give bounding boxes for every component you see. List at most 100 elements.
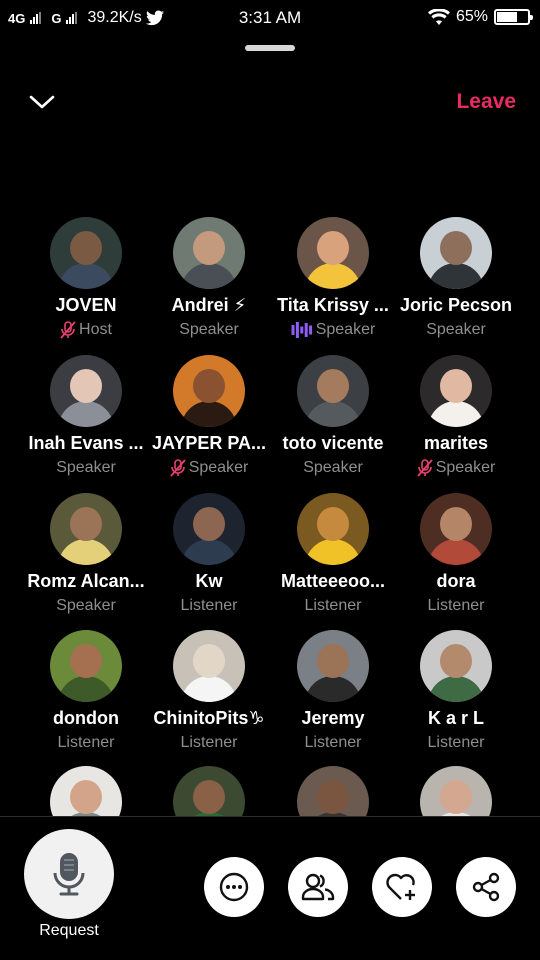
participant-card[interactable]: Matteeeoo... Listener: [271, 493, 395, 616]
role-label: Speaker: [56, 597, 116, 614]
participant-card[interactable]: Kw Listener: [147, 493, 271, 616]
role-label: Speaker: [435, 459, 496, 476]
avatar[interactable]: [297, 493, 369, 565]
system-indicators: 65%: [427, 8, 533, 26]
more-button[interactable]: [204, 857, 264, 917]
role-label: Listener: [180, 597, 238, 614]
request-mic-button[interactable]: [24, 829, 114, 919]
status-bar: 4G G 39.2K/s 3:31 AM 65%: [0, 0, 540, 36]
share-button[interactable]: [456, 857, 516, 917]
participant-name: Romz Alcan...: [27, 571, 145, 591]
avatar[interactable]: [297, 217, 369, 289]
participant-role: Speaker: [394, 458, 518, 478]
muted-mic-icon: [60, 321, 76, 339]
muted-mic-icon: [417, 459, 433, 477]
avatar[interactable]: [173, 217, 245, 289]
participant-role: Speaker: [271, 458, 395, 478]
participant-role: Speaker: [24, 596, 148, 616]
participant-card[interactable]: Romz Alcan... Speaker: [24, 493, 148, 616]
avatar[interactable]: [50, 630, 122, 702]
battery-percent: 65%: [455, 8, 488, 25]
role-label: Speaker: [303, 459, 363, 476]
participant-card[interactable]: dora Listener: [394, 493, 518, 616]
participant-name: dondon: [53, 708, 119, 728]
participant-role: Listener: [271, 733, 395, 753]
role-label: Listener: [304, 597, 362, 614]
avatar[interactable]: [173, 493, 245, 565]
avatar[interactable]: [50, 217, 122, 289]
avatar[interactable]: [420, 630, 492, 702]
avatar[interactable]: [297, 355, 369, 427]
wifi-icon: [427, 9, 450, 25]
participant-name: toto vicente: [282, 433, 384, 453]
avatar[interactable]: [50, 355, 122, 427]
participant-card[interactable]: ChinitoPits♑ Listener: [147, 630, 271, 753]
participant-card[interactable]: K a r L Listener: [394, 630, 518, 753]
participant-role: Listener: [147, 596, 271, 616]
role-label: Listener: [427, 734, 485, 751]
participant-card[interactable]: Tita Krissy ... Speaker: [271, 217, 395, 340]
avatar[interactable]: [297, 630, 369, 702]
participant-role: Listener: [394, 733, 518, 753]
participant-card[interactable]: Jeremy Listener: [271, 630, 395, 753]
participant-card[interactable]: Inah Evans ... Speaker: [24, 355, 148, 478]
muted-mic-icon: [170, 459, 186, 477]
heart-plus-icon: [386, 873, 415, 900]
participant-name: Jeremy: [301, 708, 365, 728]
avatar[interactable]: [420, 355, 492, 427]
role-label: Speaker: [179, 321, 239, 338]
participant-role: Listener: [394, 596, 518, 616]
participant-name: Matteeeoo...: [280, 571, 386, 591]
participant-role: Speaker: [271, 320, 395, 340]
participant-role: Speaker: [147, 320, 271, 340]
avatar[interactable]: [420, 217, 492, 289]
participant-card[interactable]: marites Speaker: [394, 355, 518, 478]
participant-name: Tita Krissy ...: [277, 295, 389, 315]
request-label: Request: [39, 922, 99, 939]
role-label: Listener: [57, 734, 115, 751]
participant-role: Listener: [24, 733, 148, 753]
participant-card[interactable]: JOVEN Host: [24, 217, 148, 340]
participant-name: marites: [423, 433, 489, 453]
participant-card[interactable]: toto vicente Speaker: [271, 355, 395, 478]
participant-role: Speaker: [394, 320, 518, 340]
role-label: Speaker: [315, 321, 376, 338]
people-button[interactable]: [288, 857, 348, 917]
participant-card[interactable]: dondon Listener: [24, 630, 148, 753]
participant-name: ChinitoPits♑: [153, 708, 265, 728]
participant-name: Joric Pecson: [399, 295, 513, 315]
role-label: Host: [79, 321, 112, 338]
participant-role: Listener: [271, 596, 395, 616]
participant-card[interactable]: Joric Pecson Speaker: [394, 217, 518, 340]
battery-icon: [494, 9, 533, 25]
role-label: Speaker: [426, 321, 486, 338]
sheet-grabber[interactable]: [245, 45, 295, 51]
participant-role: Listener: [147, 733, 271, 753]
role-label: Listener: [304, 734, 362, 751]
participant-card[interactable]: Andrei ⚡ Speaker: [147, 217, 271, 340]
microphone-icon: [53, 853, 85, 896]
avatar[interactable]: [50, 493, 122, 565]
speaking-wave-icon: [291, 322, 312, 338]
role-label: Speaker: [188, 459, 249, 476]
participant-card[interactable]: JAYPER PA... Speaker: [147, 355, 271, 478]
avatar[interactable]: [173, 355, 245, 427]
participant-name: K a r L: [427, 708, 484, 728]
people-icon: [301, 873, 335, 901]
chevron-down-icon[interactable]: [28, 88, 56, 116]
share-icon: [472, 872, 500, 902]
participant-name: JAYPER PA...: [151, 433, 267, 453]
role-label: Speaker: [56, 459, 116, 476]
participant-name: dora: [436, 571, 476, 591]
leave-button[interactable]: Leave: [456, 90, 516, 114]
avatar[interactable]: [173, 630, 245, 702]
more-icon: [219, 872, 249, 902]
participant-name: Inah Evans ...: [28, 433, 144, 453]
participant-role: Host: [24, 320, 148, 340]
invite-heart-button[interactable]: [372, 857, 432, 917]
participant-name: Andrei ⚡: [171, 295, 247, 315]
avatar[interactable]: [420, 493, 492, 565]
participant-name: Kw: [195, 571, 223, 591]
participant-role: Speaker: [24, 458, 148, 478]
role-label: Listener: [180, 734, 238, 751]
